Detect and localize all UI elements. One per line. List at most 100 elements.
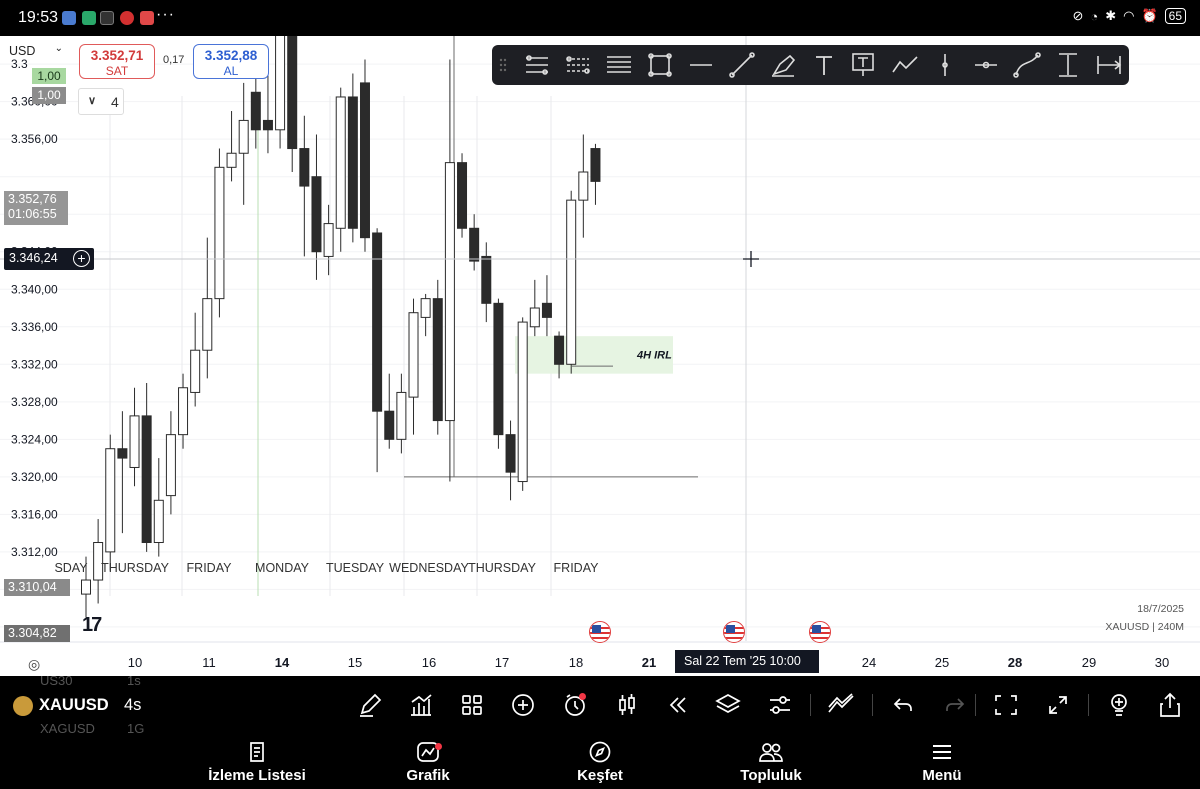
- crosshair-cursor-icon: [743, 251, 759, 267]
- x-tick-label: 28: [1008, 655, 1022, 670]
- y-tick-label: 3.316,00: [11, 507, 58, 521]
- nav-menu[interactable]: Menü: [877, 738, 1007, 788]
- buy-button[interactable]: 3.352,88 AL: [193, 44, 269, 79]
- trading-panel-icon[interactable]: [826, 690, 856, 720]
- symbol-name[interactable]: XAUUSD: [39, 696, 109, 715]
- screenshot-icon[interactable]: [991, 690, 1021, 720]
- tradingview-logo: 17: [82, 614, 102, 636]
- sell-button[interactable]: 3.352,71 SAT: [79, 44, 155, 79]
- replay-icon[interactable]: [662, 690, 692, 720]
- symbol-logo-icon[interactable]: [13, 696, 33, 716]
- currency-select[interactable]: USD ⌄: [5, 42, 67, 64]
- layout-grid-icon[interactable]: [457, 690, 487, 720]
- add-icon[interactable]: [508, 690, 538, 720]
- candle-body: [493, 302, 504, 436]
- us-flag-icon[interactable]: [589, 621, 611, 643]
- candle-body: [190, 349, 201, 393]
- timeframe[interactable]: 4s: [124, 696, 141, 715]
- text-box-icon[interactable]: [848, 50, 878, 80]
- day-label: TUESDAY: [326, 561, 385, 575]
- alert-clock-icon[interactable]: [560, 690, 590, 720]
- us-flag-icon[interactable]: [723, 621, 745, 643]
- text-icon[interactable]: [809, 50, 839, 80]
- candle: [153, 458, 164, 557]
- candle-body: [335, 96, 346, 229]
- settings-sliders-icon[interactable]: [765, 690, 795, 720]
- rectangle-icon[interactable]: [645, 50, 675, 80]
- candle: [165, 411, 176, 515]
- chart-area[interactable]: 4H IRL3.33.360,003.356,003.348,003.344,0…: [0, 36, 1200, 676]
- candle-body: [420, 298, 431, 318]
- chevron-down-icon: ⌄: [54, 43, 63, 54]
- indicators-icon[interactable]: [406, 690, 436, 720]
- candle: [323, 204, 334, 276]
- candle-body: [469, 227, 480, 262]
- candle-body: [566, 199, 577, 365]
- day-label: WEDNESDAY: [389, 561, 469, 575]
- app-notification-icon: [82, 11, 96, 25]
- horizontal-ray-icon[interactable]: [971, 50, 1001, 80]
- bottom-toolbar: US30 1s XAUUSD 4s XAGUSD 1G: [0, 673, 1200, 736]
- trend-line-icon[interactable]: [727, 50, 757, 80]
- date-range-icon[interactable]: [1094, 50, 1124, 80]
- brush-icon[interactable]: [768, 50, 798, 80]
- fib-icon[interactable]: [604, 50, 634, 80]
- layers-icon[interactable]: [713, 690, 743, 720]
- nav-watchlist[interactable]: İzleme Listesi: [192, 738, 322, 788]
- parallel-channel-icon[interactable]: [563, 50, 593, 80]
- candle-body: [347, 96, 358, 229]
- candle: [335, 87, 346, 252]
- redo-icon[interactable]: [940, 690, 970, 720]
- candle-body: [444, 162, 455, 422]
- candle: [226, 111, 237, 182]
- pencil-icon[interactable]: [355, 690, 385, 720]
- horizontal-line-icon[interactable]: [686, 50, 716, 80]
- candle-body: [517, 321, 528, 483]
- candle: [347, 73, 358, 243]
- candle-body: [408, 312, 419, 398]
- us-flag-icon[interactable]: [809, 621, 831, 643]
- lot-size-badge: 1,00: [32, 87, 66, 104]
- y-tick-label: 3.328,00: [11, 395, 58, 409]
- current-price-label: 3.352,76 01:06:55: [4, 191, 68, 225]
- currency-label: USD: [9, 44, 36, 58]
- price-range-icon[interactable]: [1053, 50, 1083, 80]
- share-icon[interactable]: [1155, 690, 1185, 720]
- nav-community[interactable]: Topluluk: [706, 738, 836, 788]
- curve-icon[interactable]: [1012, 50, 1042, 80]
- candle-body: [359, 82, 370, 239]
- bar-countdown: 01:06:55: [8, 207, 57, 221]
- y-tick-label: 3.356,00: [11, 132, 58, 146]
- candle-body: [299, 148, 310, 187]
- drawing-toolbar[interactable]: [492, 45, 1129, 85]
- undo-icon[interactable]: [888, 690, 918, 720]
- lines-icon[interactable]: [522, 50, 552, 80]
- path-icon[interactable]: [890, 50, 920, 80]
- spread-value: 0,17: [163, 54, 185, 66]
- fullscreen-icon[interactable]: [1043, 690, 1073, 720]
- candle-body: [457, 162, 468, 229]
- watermark-symbol: XAUUSD | 240M: [1105, 621, 1184, 633]
- lot-size-badge: 1,00: [32, 68, 66, 84]
- x-tick-label: 10: [128, 655, 142, 670]
- candle-body: [250, 91, 261, 131]
- vertical-line-icon[interactable]: [930, 50, 960, 80]
- candle: [517, 317, 528, 491]
- quantity-value: 4: [111, 94, 119, 110]
- nav-explore[interactable]: Keşfet: [535, 738, 665, 788]
- drag-handle-icon[interactable]: [494, 50, 512, 80]
- x-tick-label: 18: [569, 655, 583, 670]
- candle-body: [529, 307, 540, 328]
- idea-icon[interactable]: [1104, 690, 1134, 720]
- candle-body: [541, 302, 552, 318]
- alarm-icon: ⏰: [1141, 8, 1158, 23]
- chart-settings-icon[interactable]: ◎: [28, 656, 40, 673]
- compass-icon: [589, 741, 611, 763]
- sell-label: SAT: [105, 64, 129, 78]
- candlestick-chart[interactable]: 4H IRL3.33.360,003.356,003.348,003.344,0…: [0, 36, 1200, 676]
- candles-type-icon[interactable]: [612, 690, 642, 720]
- nav-chart[interactable]: Grafik: [363, 738, 493, 788]
- add-alert-icon[interactable]: +: [73, 250, 90, 267]
- quantity-stepper[interactable]: ∨ 4: [78, 88, 124, 115]
- battery-icon: 65: [1164, 8, 1186, 24]
